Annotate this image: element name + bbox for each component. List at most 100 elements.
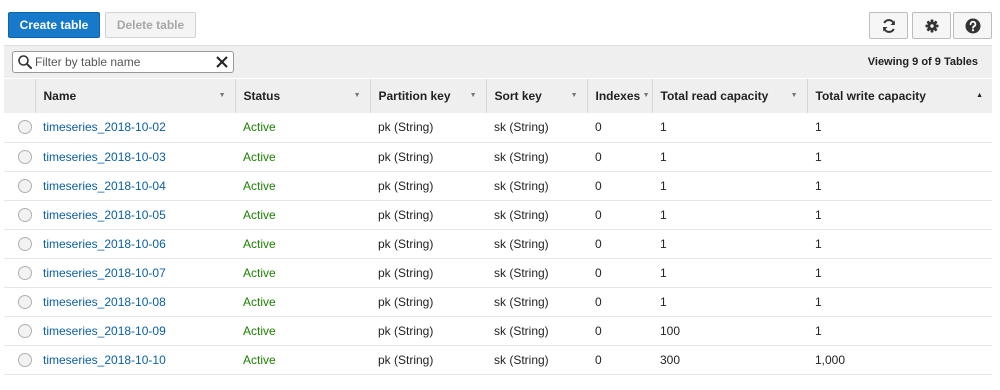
sort-caret-icon: ▼ xyxy=(570,92,578,99)
create-table-button[interactable]: Create table xyxy=(8,12,100,38)
table-row[interactable]: timeseries_2018-10-08 Active pk (String) sk… xyxy=(4,287,992,316)
status-cell: Active xyxy=(243,294,276,309)
read-capacity-cell: 1 xyxy=(660,178,667,193)
table-name-cell: timeseries_2018-10-04 xyxy=(35,171,235,200)
row-select-cell xyxy=(4,345,35,374)
sort-key-cell: sk (String) xyxy=(494,236,549,251)
indexes-cell: 0 xyxy=(595,149,602,164)
status-cell: Active xyxy=(243,120,276,135)
select-column-header xyxy=(4,79,35,113)
indexes-cell: 0 xyxy=(595,236,602,251)
column-header-partition-key[interactable]: Partition key ▼ xyxy=(369,79,486,113)
help-icon xyxy=(965,18,980,33)
table-name-link[interactable]: timeseries_2018-10-05 xyxy=(43,208,166,222)
column-header-indexes[interactable]: Indexes ▼ xyxy=(586,79,652,113)
row-select-cell xyxy=(4,200,35,229)
table-name-link[interactable]: timeseries_2018-10-06 xyxy=(43,237,166,251)
column-header-write-capacity[interactable]: Total write capacity ▲ xyxy=(806,79,992,113)
table-row[interactable]: timeseries_2018-10-04 Active pk (String) sk… xyxy=(4,171,992,200)
row-select-cell xyxy=(4,316,35,345)
write-capacity-cell: 1 xyxy=(815,265,822,280)
viewing-count: Viewing 9 of 9 Tables xyxy=(867,56,978,68)
read-capacity-cell: 1 xyxy=(660,120,667,135)
row-radio[interactable] xyxy=(18,323,32,338)
table-name-link[interactable]: timeseries_2018-10-03 xyxy=(43,150,166,164)
table-name-link[interactable]: timeseries_2018-10-02 xyxy=(43,120,166,134)
search-box xyxy=(12,51,234,73)
status-cell: Active xyxy=(243,236,276,251)
refresh-icon xyxy=(882,18,895,33)
row-radio[interactable] xyxy=(18,120,32,135)
partition-key-cell: pk (String) xyxy=(378,236,434,251)
table-name-link[interactable]: timeseries_2018-10-04 xyxy=(43,179,166,193)
sort-key-cell: sk (String) xyxy=(494,265,549,280)
row-radio[interactable] xyxy=(18,149,32,164)
row-select-cell xyxy=(4,258,35,287)
sort-key-cell: sk (String) xyxy=(494,120,549,135)
status-cell: Active xyxy=(243,149,276,164)
table-row[interactable]: timeseries_2018-10-09 Active pk (String) sk… xyxy=(4,316,992,345)
write-capacity-cell: 1 xyxy=(815,236,822,251)
row-radio[interactable] xyxy=(18,352,32,367)
row-radio[interactable] xyxy=(18,265,32,280)
table-name-link[interactable]: timeseries_2018-10-10 xyxy=(43,353,166,367)
sort-key-cell: sk (String) xyxy=(494,149,549,164)
gear-icon xyxy=(925,19,938,32)
column-header-read-capacity[interactable]: Total read capacity ▼ xyxy=(651,79,807,113)
table-name-link[interactable]: timeseries_2018-10-09 xyxy=(43,324,166,338)
partition-key-cell: pk (String) xyxy=(378,120,434,135)
read-capacity-cell: 1 xyxy=(660,294,667,309)
indexes-cell: 0 xyxy=(595,294,602,309)
write-capacity-cell: 1 xyxy=(815,178,822,193)
row-radio[interactable] xyxy=(18,236,32,251)
filter-bar: Viewing 9 of 9 Tables xyxy=(4,45,992,78)
table-header-row: Name ▼ Status ▼ Partition key ▼ Sort key ▼ I… xyxy=(4,79,992,113)
table-row[interactable]: timeseries_2018-10-02 Active pk (String) sk… xyxy=(4,113,992,142)
write-capacity-cell: 1 xyxy=(815,294,822,309)
partition-key-cell: pk (String) xyxy=(378,323,434,338)
column-header-sort-key[interactable]: Sort key ▼ xyxy=(485,79,587,113)
indexes-cell: 0 xyxy=(595,352,602,367)
refresh-button[interactable] xyxy=(869,12,908,39)
partition-key-cell: pk (String) xyxy=(378,352,434,367)
table-name-cell: timeseries_2018-10-03 xyxy=(35,142,235,171)
row-select-cell xyxy=(4,113,35,142)
help-button[interactable] xyxy=(953,12,992,39)
write-capacity-cell: 1 xyxy=(815,149,822,164)
status-cell: Active xyxy=(243,323,276,338)
search-icon xyxy=(18,55,32,69)
row-radio[interactable] xyxy=(18,178,32,193)
status-cell: Active xyxy=(243,207,276,222)
read-capacity-cell: 1 xyxy=(660,207,667,222)
table-name-link[interactable]: timeseries_2018-10-08 xyxy=(43,295,166,309)
column-header-name[interactable]: Name ▼ xyxy=(34,79,235,113)
filter-input[interactable] xyxy=(33,55,216,69)
partition-key-cell: pk (String) xyxy=(378,294,434,309)
table-row[interactable]: timeseries_2018-10-07 Active pk (String) sk… xyxy=(4,258,992,287)
column-header-status[interactable]: Status ▼ xyxy=(234,79,370,113)
row-select-cell xyxy=(4,229,35,258)
table-name-cell: timeseries_2018-10-05 xyxy=(35,200,235,229)
read-capacity-cell: 1 xyxy=(660,265,667,280)
table-name-cell: timeseries_2018-10-08 xyxy=(35,287,235,316)
sort-caret-icon: ▼ xyxy=(790,92,798,99)
table-row[interactable]: timeseries_2018-10-06 Active pk (String) sk… xyxy=(4,229,992,258)
table-row[interactable]: timeseries_2018-10-05 Active pk (String) sk… xyxy=(4,200,992,229)
table-name-link[interactable]: timeseries_2018-10-07 xyxy=(43,266,166,280)
sort-key-cell: sk (String) xyxy=(494,323,549,338)
row-radio[interactable] xyxy=(18,207,32,222)
sort-key-cell: sk (String) xyxy=(494,178,549,193)
delete-table-button[interactable]: Delete table xyxy=(105,12,196,38)
table-row[interactable]: timeseries_2018-10-03 Active pk (String) sk… xyxy=(4,142,992,171)
read-capacity-cell: 1 xyxy=(660,149,667,164)
row-radio[interactable] xyxy=(18,294,32,309)
indexes-cell: 0 xyxy=(595,265,602,280)
sort-caret-icon: ▼ xyxy=(469,92,477,99)
sort-key-cell: sk (String) xyxy=(494,207,549,222)
row-select-cell xyxy=(4,142,35,171)
settings-button[interactable] xyxy=(912,12,951,39)
sort-key-cell: sk (String) xyxy=(494,294,549,309)
table-row[interactable]: timeseries_2018-10-10 Active pk (String) sk… xyxy=(4,345,992,374)
clear-icon[interactable] xyxy=(216,56,228,68)
status-cell: Active xyxy=(243,265,276,280)
